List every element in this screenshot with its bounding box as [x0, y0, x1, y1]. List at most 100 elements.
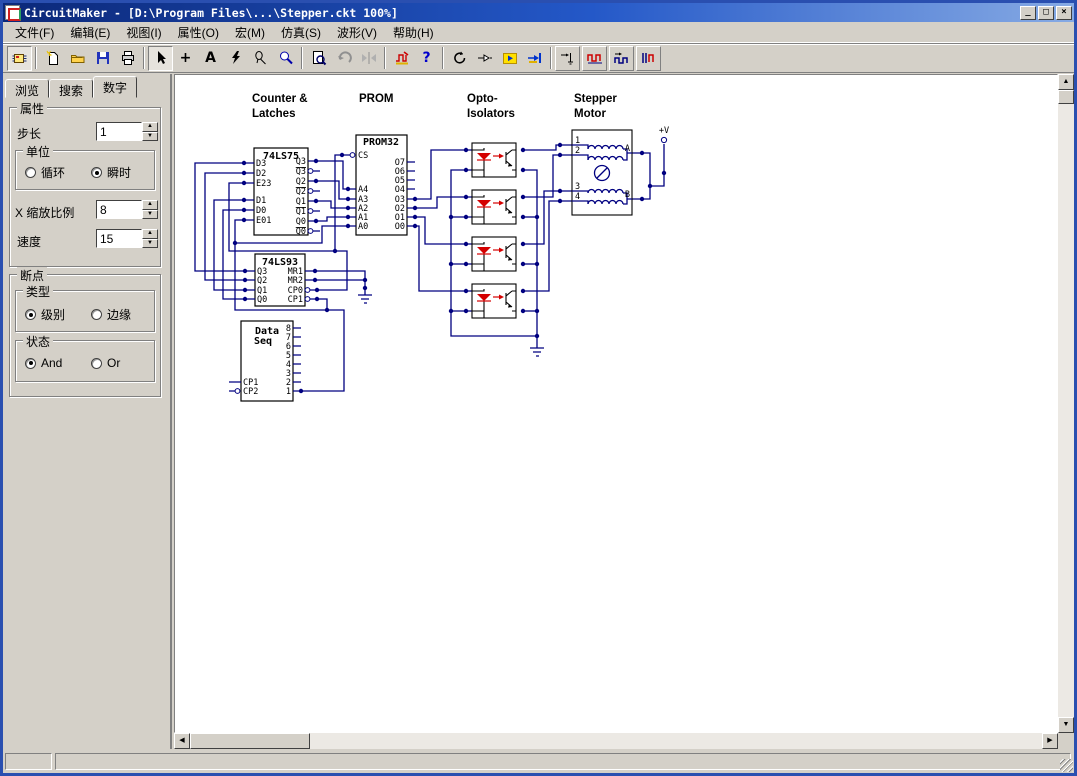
scroll-down-button[interactable]: ▼ — [1058, 717, 1074, 733]
x-scale-up-button[interactable]: ▲ — [142, 200, 158, 210]
opto-isolator-4[interactable] — [472, 284, 516, 318]
radio-icon — [25, 358, 36, 369]
ic-dataseq-title-2: Seq — [254, 336, 272, 347]
ic-74ls93[interactable]: 74LS93 Q3 Q2 Q1 Q0 MR1 MR2 CP0 CP1 — [245, 254, 317, 306]
scroll-left-button[interactable]: ◀ — [174, 733, 190, 749]
step-up-button[interactable]: ▲ — [142, 122, 158, 132]
menu-options[interactable]: 属性(O) — [170, 22, 227, 43]
supply-label: +V — [659, 126, 669, 136]
ic-dataseq[interactable]: Data Seq CP1 CP2 8 7 6 5 4 3 2 1 — [229, 321, 301, 401]
radio-type-edge[interactable]: 边缘 — [91, 306, 131, 323]
undo-button[interactable] — [331, 46, 356, 71]
label-counter-latches-2: Latches — [252, 108, 295, 120]
help-button[interactable]: ? — [414, 46, 439, 71]
opto-isolators[interactable] — [472, 143, 516, 318]
save-floppy-icon — [99, 59, 107, 64]
vertical-scrollbar[interactable]: ▲ ▼ — [1058, 74, 1074, 733]
wire-tool-button[interactable]: + — [173, 46, 198, 71]
pin-label: CP2 — [243, 387, 258, 397]
stepper-motor[interactable]: 1 2 3 4 A B — [572, 130, 632, 215]
scroll-up-button[interactable]: ▲ — [1058, 74, 1074, 90]
horizontal-scroll-thumb[interactable] — [190, 733, 310, 749]
digital-waveforms-button[interactable] — [582, 46, 607, 71]
menu-simulation[interactable]: 仿真(S) — [273, 22, 329, 43]
reset-simulation-button[interactable] — [447, 46, 472, 71]
horizontal-scrollbar[interactable]: ◀ ▶ — [174, 733, 1058, 749]
resize-grip[interactable] — [1060, 759, 1073, 772]
chip-icon — [16, 56, 19, 58]
step-input[interactable] — [96, 122, 142, 141]
run-simulation-button[interactable] — [497, 46, 522, 71]
flip-button[interactable] — [356, 46, 381, 71]
save-file-button[interactable] — [90, 46, 115, 71]
radio-icon — [25, 309, 36, 320]
pin-label: 1 — [575, 136, 580, 146]
title-bar[interactable]: CircuitMaker - [D:\Program Files\...\Ste… — [3, 3, 1074, 22]
schematic-canvas[interactable]: Counter & Latches PROM Opto- Isolators S… — [174, 74, 1058, 733]
radio-state-and[interactable]: And — [25, 356, 62, 370]
minimize-button[interactable]: _ — [1020, 6, 1036, 20]
cursor-icon — [158, 51, 166, 64]
pin-label: Q2 — [296, 187, 306, 197]
radio-type-level-label: 级别 — [41, 306, 65, 323]
radio-icon — [25, 167, 36, 178]
label-opto: Opto- — [467, 93, 498, 105]
properties-legend: 属性 — [17, 100, 47, 117]
x-scale-down-button[interactable]: ▼ — [142, 210, 158, 220]
tab-search[interactable]: 搜索 — [49, 79, 93, 98]
speed-spinbox: ▲▼ — [96, 229, 158, 248]
open-file-button[interactable] — [65, 46, 90, 71]
select-tool-button[interactable] — [148, 46, 173, 71]
probe-waveforms-button[interactable] — [609, 46, 634, 71]
power-supply[interactable]: +V — [659, 126, 669, 143]
menu-view[interactable]: 视图(I) — [118, 22, 169, 43]
text-tool-button[interactable]: A — [198, 46, 223, 71]
radio-unit-cycle[interactable]: 循环 — [25, 164, 65, 181]
speed-input[interactable] — [96, 229, 142, 248]
opto-isolator-1[interactable] — [472, 143, 516, 177]
new-file-button[interactable] — [40, 46, 65, 71]
menu-edit[interactable]: 编辑(E) — [62, 22, 118, 43]
close-button[interactable]: × — [1056, 6, 1072, 20]
opto-isolator-3[interactable] — [472, 237, 516, 271]
radio-state-or[interactable]: Or — [91, 356, 120, 370]
menu-help[interactable]: 帮助(H) — [385, 22, 442, 43]
restore-button[interactable]: □ — [1038, 6, 1054, 20]
ic-prom32[interactable]: PROM32 CS A4 A3 A2 A1 A0 O7 O6 O5 O4 O3 … — [342, 135, 415, 235]
radio-icon — [91, 309, 102, 320]
simulation-edit-button[interactable] — [389, 46, 414, 71]
menu-file[interactable]: 文件(F) — [7, 22, 62, 43]
app-icon — [5, 5, 20, 20]
speed-down-button[interactable]: ▼ — [142, 239, 158, 249]
step-to-point-button[interactable] — [522, 46, 547, 71]
x-scale-spinbox: ▲▼ — [96, 200, 158, 219]
part-browser-button[interactable] — [7, 46, 32, 71]
x-scale-input[interactable] — [96, 200, 142, 219]
delete-tool-button[interactable] — [223, 46, 248, 71]
logic-display-button[interactable] — [636, 46, 661, 71]
print-button[interactable] — [115, 46, 140, 71]
radio-unit-instant[interactable]: 瞬时 — [91, 164, 131, 181]
step-down-button[interactable]: ▼ — [142, 132, 158, 142]
ic-74ls75[interactable]: 74LS75 D3 D2 E23 D1 D0 E01 Q3 Q3 Q2 Q2 Q… — [244, 148, 320, 237]
zoom-page-icon — [323, 62, 326, 65]
speed-up-button[interactable]: ▲ — [142, 229, 158, 239]
radio-type-level[interactable]: 级别 — [25, 306, 65, 323]
opto-isolator-2[interactable] — [472, 190, 516, 224]
tab-browse[interactable]: 浏览 — [5, 79, 49, 98]
step-simulation-button[interactable] — [472, 46, 497, 71]
trace-probe-button[interactable] — [555, 46, 580, 71]
vertical-scroll-thumb[interactable] — [1058, 90, 1074, 104]
pin-label: CP1 — [288, 295, 303, 305]
schematic-svg: Counter & Latches PROM Opto- Isolators S… — [175, 75, 1058, 733]
lightning-icon — [232, 51, 240, 64]
tab-digital[interactable]: 数字 — [93, 76, 137, 98]
zoom-tool-button[interactable] — [273, 46, 298, 71]
probe-tool-button[interactable] — [248, 46, 273, 71]
scroll-right-button[interactable]: ▶ — [1042, 733, 1058, 749]
scrollbar-corner — [1058, 733, 1074, 749]
arrow-icon — [499, 154, 504, 159]
menu-wave[interactable]: 波形(V) — [329, 22, 385, 43]
menu-macros[interactable]: 宏(M) — [227, 22, 273, 43]
zoom-fit-button[interactable] — [306, 46, 331, 71]
